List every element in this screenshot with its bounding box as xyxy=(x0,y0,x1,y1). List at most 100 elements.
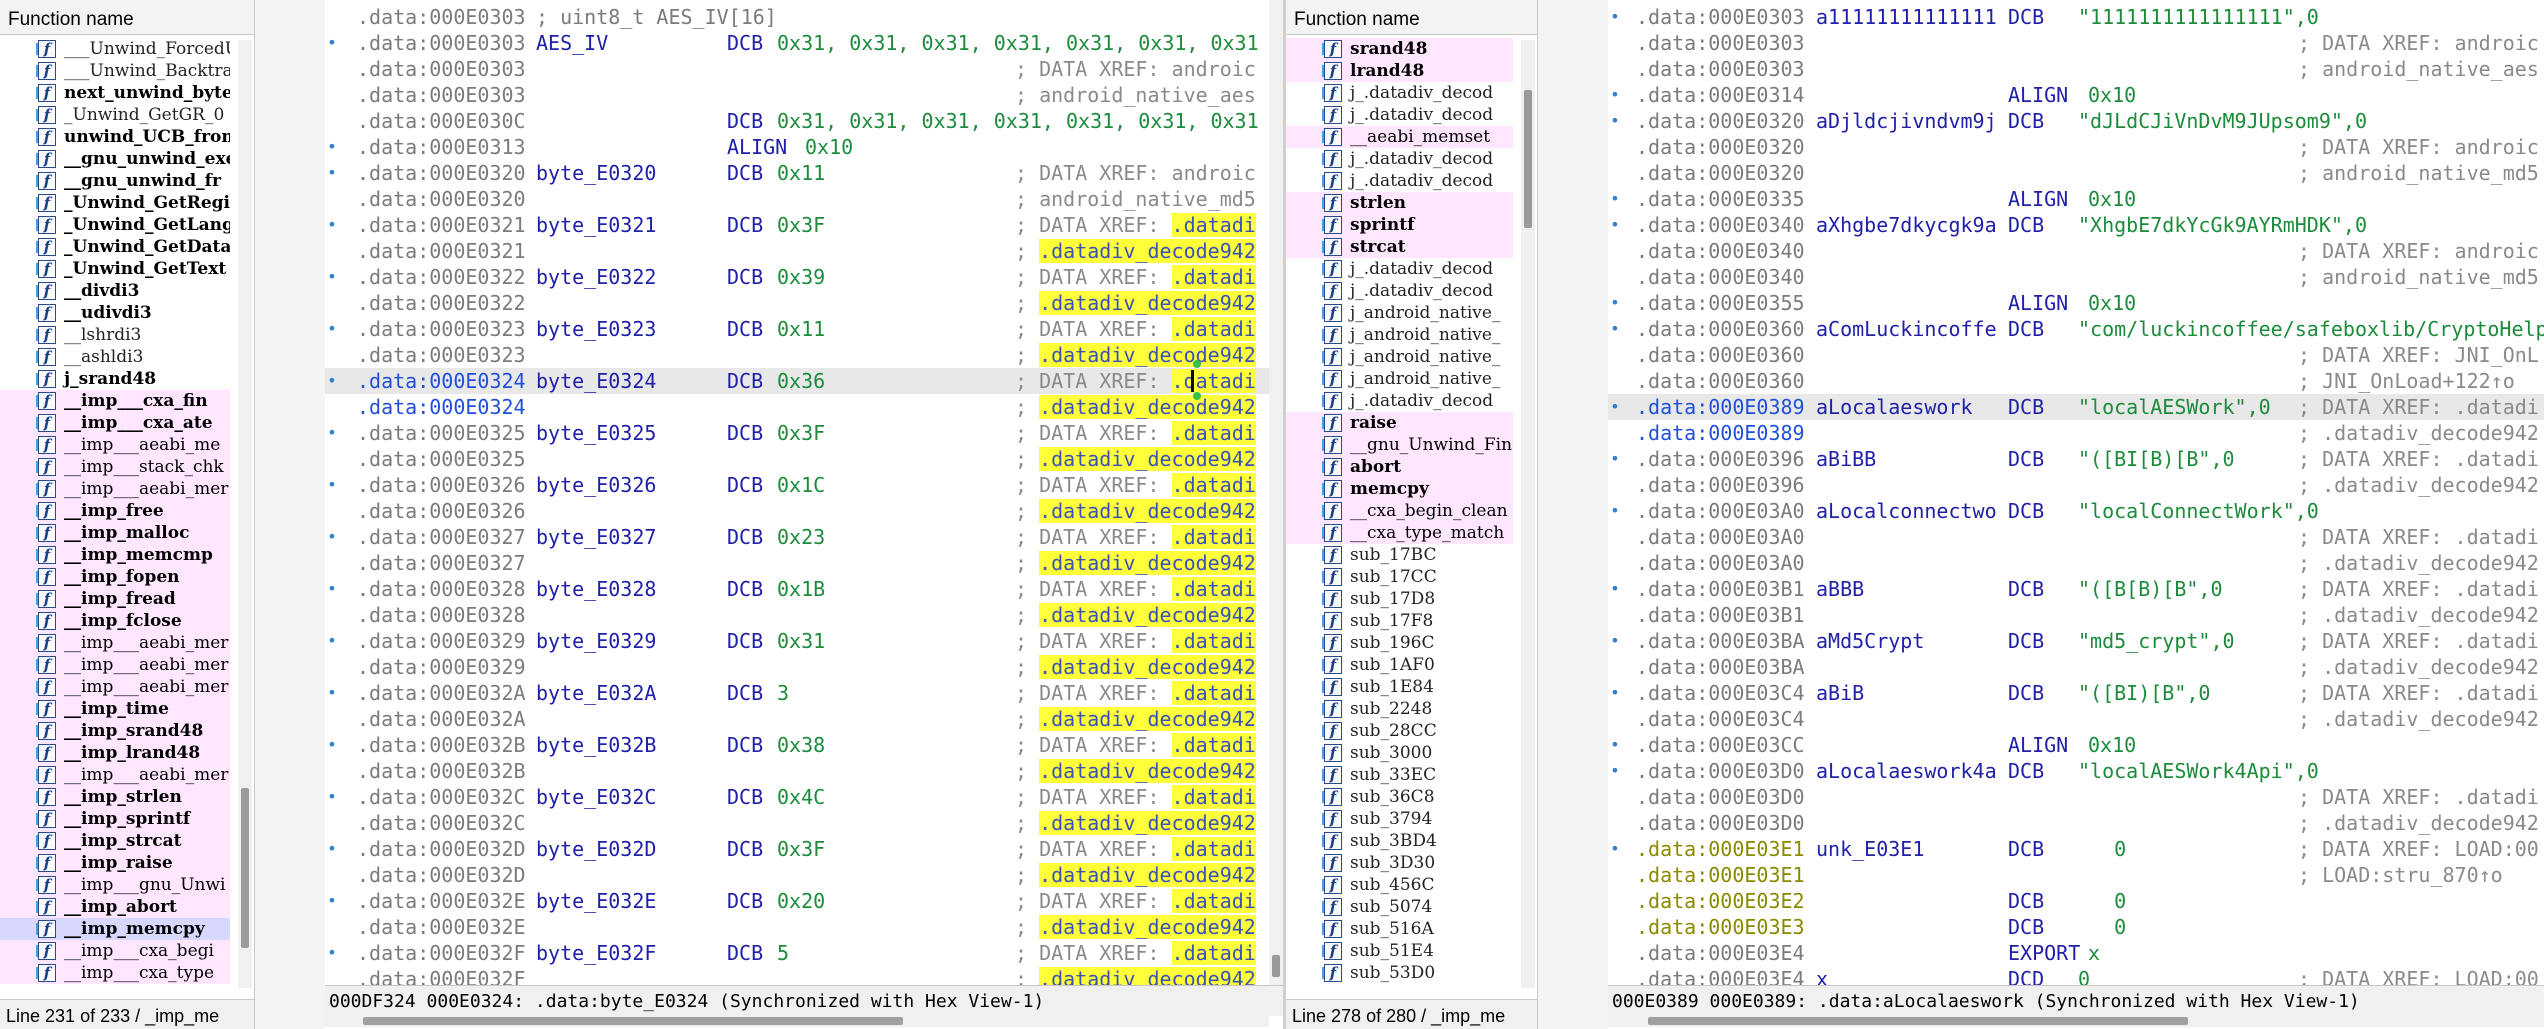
function-list-item[interactable]: f sub_17CC xyxy=(1286,566,1513,588)
scroll-thumb[interactable] xyxy=(1524,90,1532,228)
function-list-item[interactable]: f memcpy xyxy=(1286,478,1513,500)
disassembly-line[interactable]: .data:000E0320 ; DATA XREF: androic xyxy=(1608,134,2544,160)
disassembly-line[interactable]: • .data:000E0313 ALIGN 0x10 xyxy=(325,134,1283,160)
disassembly-line[interactable]: • .data:000E03D0 aLocalaeswork4a DCB "localA… xyxy=(1608,758,2544,784)
highlighted-xref[interactable]: .datadi xyxy=(1171,889,1256,913)
function-list-item[interactable]: f __imp_sprintf xyxy=(0,808,230,830)
highlighted-xref[interactable]: .datadi xyxy=(1171,733,1256,757)
function-list-item[interactable]: f sub_5074 xyxy=(1286,896,1513,918)
highlighted-xref[interactable]: .datadi xyxy=(1171,577,1256,601)
disassembly-line[interactable]: • .data:000E0321 byte_E0321 DCB 0x3F ; DATA X… xyxy=(325,212,1283,238)
disassembly-line[interactable]: .data:000E0303 ; android_native_aes xyxy=(325,82,1283,108)
disassembly-line[interactable]: • .data:000E032A byte_E032A DCB 3 ; DATA XREF… xyxy=(325,680,1283,706)
highlighted-xref[interactable]: .datadi xyxy=(1171,785,1256,809)
disassembly-line[interactable]: • .data:000E0326 byte_E0326 DCB 0x1C ; DATA X… xyxy=(325,472,1283,498)
disassembly-line[interactable]: .data:000E0327; .datadiv_decode942 xyxy=(325,550,1283,576)
function-list-item[interactable]: f abort xyxy=(1286,456,1513,478)
highlighted-xref[interactable]: .datadiv_decode942 xyxy=(1039,291,1256,315)
function-list-item[interactable]: f sub_2248 xyxy=(1286,698,1513,720)
disassembly-line[interactable]: .data:000E032E; .datadiv_decode942 xyxy=(325,914,1283,940)
function-list-item[interactable]: f ___Unwind_Backtra xyxy=(0,60,230,82)
disassembly-line[interactable]: .data:000E0323; .datadiv_decode942 xyxy=(325,342,1283,368)
disassembly-line[interactable]: .data:000E0389 ; .datadiv_decode942 xyxy=(1608,420,2544,446)
disassembly-line[interactable]: .data:000E032A; .datadiv_decode942 xyxy=(325,706,1283,732)
function-list-item[interactable]: f __imp_fread xyxy=(0,588,230,610)
function-list-item[interactable]: f __gnu_unwind_exe xyxy=(0,148,230,170)
function-list-item[interactable]: f ___Unwind_ForcedU xyxy=(0,38,230,60)
disassembly-line[interactable]: • .data:000E0314 ALIGN 0x10 xyxy=(1608,82,2544,108)
function-list-item[interactable]: f __imp_fclose xyxy=(0,610,230,632)
disassembly-line[interactable]: .data:000E0320 ; android_native_md5 xyxy=(1608,160,2544,186)
disassembly-line[interactable]: .data:000E03D0 ; DATA XREF: .datadi xyxy=(1608,784,2544,810)
function-list-item[interactable]: f j_android_native_ xyxy=(1286,368,1513,390)
disassembly-line[interactable]: • .data:000E0320 byte_E0320 DCB 0x11 ; DATA X… xyxy=(325,160,1283,186)
disassembly-line[interactable]: • .data:000E0389 aLocalaeswork DCB "localAES… xyxy=(1608,394,2544,420)
function-list-item[interactable]: f __imp_strlen xyxy=(0,786,230,808)
disassembly-line[interactable]: .data:000E03B1 ; .datadiv_decode942 xyxy=(1608,602,2544,628)
function-list-item[interactable]: f j_android_native_ xyxy=(1286,346,1513,368)
vertical-scrollbar[interactable] xyxy=(238,40,252,988)
pane-splitter[interactable] xyxy=(1538,0,1608,1029)
function-list-item[interactable]: f __divdi3 xyxy=(0,280,230,302)
highlighted-xref[interactable]: .datadiv_decode942 xyxy=(1039,811,1256,835)
disassembly-line[interactable]: • .data:000E0324 byte_E0324 DCB 0x36 ; DATA X… xyxy=(325,368,1283,394)
highlighted-xref[interactable]: .datadiv_decode942 xyxy=(1039,655,1256,679)
function-list-item[interactable]: f __imp___aeabi_mer xyxy=(0,632,230,654)
function-list-item[interactable]: f __cxa_begin_clean xyxy=(1286,500,1513,522)
function-list-item[interactable]: f sub_17D8 xyxy=(1286,588,1513,610)
disassembly-line[interactable]: .data:000E0329; .datadiv_decode942 xyxy=(325,654,1283,680)
vertical-scrollbar[interactable] xyxy=(1521,40,1535,988)
disassembly-line[interactable]: • .data:000E03A0 aLocalconnectwo DCB "localC… xyxy=(1608,498,2544,524)
function-list-item[interactable]: f __imp___aeabi_mer xyxy=(0,676,230,698)
disassembly-line[interactable]: .data:000E03A0 ; .datadiv_decode942 xyxy=(1608,550,2544,576)
function-list-item[interactable]: f j_.datadiv_decod xyxy=(1286,148,1513,170)
disassembly-line[interactable]: .data:000E0396 ; .datadiv_decode942 xyxy=(1608,472,2544,498)
disassembly-line[interactable]: .data:000E03D0 ; .datadiv_decode942 xyxy=(1608,810,2544,836)
disassembly-line[interactable]: • .data:000E0327 byte_E0327 DCB 0x23 ; DATA X… xyxy=(325,524,1283,550)
disassembly-line[interactable]: • .data:000E0320 aDjldcjivndvm9j DCB "dJLdCJ… xyxy=(1608,108,2544,134)
function-list-item[interactable]: f raise xyxy=(1286,412,1513,434)
function-list-item[interactable]: f __imp_raise xyxy=(0,852,230,874)
highlighted-xref[interactable]: .datadiv_decode942 xyxy=(1039,395,1256,419)
function-list-item[interactable]: f __imp_malloc xyxy=(0,522,230,544)
highlighted-xref[interactable]: .datadiv_decode942 xyxy=(1039,863,1256,887)
function-list-item[interactable]: f __imp_abort xyxy=(0,896,230,918)
disassembly-line[interactable]: • .data:000E0322 byte_E0322 DCB 0x39 ; DATA X… xyxy=(325,264,1283,290)
function-list-item[interactable]: f j_android_native_ xyxy=(1286,324,1513,346)
horizontal-scrollbar[interactable] xyxy=(1608,1015,2544,1027)
function-list-item[interactable]: f __imp_time xyxy=(0,698,230,720)
highlighted-xref[interactable]: .datadiv_decode942 xyxy=(1039,447,1256,471)
disassembly-line[interactable]: .data:000E032D; .datadiv_decode942 xyxy=(325,862,1283,888)
function-list-header[interactable]: Function name xyxy=(0,0,254,35)
function-list-item[interactable]: f _Unwind_GetText xyxy=(0,258,230,280)
function-list-item[interactable]: f __ashldi3 xyxy=(0,346,230,368)
function-list-item[interactable]: f _Unwind_GetData xyxy=(0,236,230,258)
left-disassembly-view[interactable]: .data:000E0303 ; uint8_t AES_IV[16] • .data… xyxy=(325,0,1283,1029)
disassembly-line[interactable]: • .data:000E032D byte_E032D DCB 0x3F ; DATA X… xyxy=(325,836,1283,862)
disassembly-line[interactable]: • .data:000E03B1 aBBB DCB "([B[B)[B",0 ; DATA… xyxy=(1608,576,2544,602)
function-list-item[interactable]: f sub_3794 xyxy=(1286,808,1513,830)
function-list-item[interactable]: f sub_3D30 xyxy=(1286,852,1513,874)
function-list-item[interactable]: f __imp_fopen xyxy=(0,566,230,588)
disassembly-line[interactable]: .data:000E0340 ; DATA XREF: androic xyxy=(1608,238,2544,264)
function-list-item[interactable]: f __udivdi3 xyxy=(0,302,230,324)
highlighted-xref[interactable]: .datadi xyxy=(1171,837,1256,861)
function-list-item[interactable]: f sub_33EC xyxy=(1286,764,1513,786)
disassembly-line[interactable]: • .data:000E032E byte_E032E DCB 0x20 ; DATA X… xyxy=(325,888,1283,914)
disassembly-line[interactable]: • .data:000E03BA aMd5Crypt DCB "md5_crypt",0… xyxy=(1608,628,2544,654)
function-list-item[interactable]: f __lshrdi3 xyxy=(0,324,230,346)
highlighted-xref[interactable]: .datadi xyxy=(1171,317,1256,341)
function-list-item[interactable]: f j_.datadiv_decod xyxy=(1286,170,1513,192)
highlighted-xref[interactable]: .datadi xyxy=(1171,629,1256,653)
disassembly-line[interactable]: • .data:000E0355 ALIGN 0x10 xyxy=(1608,290,2544,316)
disassembly-line[interactable]: .data:000E0303 ; DATA XREF: androic xyxy=(325,56,1283,82)
highlighted-xref[interactable]: .datadiv_decode942 xyxy=(1039,551,1256,575)
disassembly-line[interactable]: .data:000E03E4 EXPORT x xyxy=(1608,940,2544,966)
function-list-item[interactable]: f __imp___cxa_begi xyxy=(0,940,230,962)
disassembly-line[interactable]: .data:000E032B; .datadiv_decode942 xyxy=(325,758,1283,784)
function-list-item[interactable]: f __imp___cxa_fin xyxy=(0,390,230,412)
function-list-item[interactable]: f _Unwind_GetLang xyxy=(0,214,230,236)
highlighted-xref[interactable]: .datadiv_decode942 xyxy=(1039,915,1256,939)
function-list-item[interactable]: f next_unwind_byte xyxy=(0,82,230,104)
disassembly-line[interactable]: .data:000E0340 ; android_native_md5 xyxy=(1608,264,2544,290)
